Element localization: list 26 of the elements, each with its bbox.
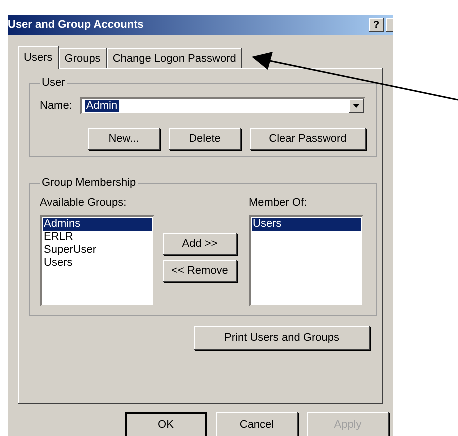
remove-button[interactable]: << Remove: [163, 260, 237, 282]
dialog-button[interactable]: Clear Password: [250, 128, 366, 150]
group-title: Group Membership: [41, 177, 138, 189]
name-dropdown[interactable]: Admin: [80, 97, 366, 115]
dialog-button[interactable]: Cancel: [216, 412, 298, 436]
list-label: Available Groups:: [40, 197, 128, 209]
list-item[interactable]: Users: [252, 218, 361, 231]
window-title: User and Group Accounts: [8, 19, 145, 31]
dialog-button[interactable]: New...: [88, 128, 160, 150]
available-groups-list[interactable]: Admins ERLR SuperUser Users: [40, 215, 155, 307]
list-item[interactable]: Users: [43, 257, 152, 270]
list-label: Member Of:: [249, 197, 308, 209]
print-button[interactable]: Print Users and Groups: [194, 326, 370, 350]
list-item[interactable]: SuperUser: [43, 244, 152, 257]
dialog-button[interactable]: Delete: [169, 128, 241, 150]
list-item[interactable]: ERLR: [43, 231, 152, 244]
list-item[interactable]: Admins: [43, 218, 152, 231]
name-label: Name:: [40, 100, 72, 112]
member-of-list[interactable]: Users: [249, 215, 364, 307]
tab[interactable]: Users: [18, 46, 59, 69]
add-button[interactable]: Add >>: [163, 233, 237, 255]
tab[interactable]: Change Logon Password: [106, 48, 242, 68]
dialog-button[interactable]: OK: [125, 412, 207, 436]
tab[interactable]: Groups: [58, 48, 107, 68]
group-title: User: [41, 77, 66, 89]
help-button[interactable]: ?: [369, 18, 384, 32]
